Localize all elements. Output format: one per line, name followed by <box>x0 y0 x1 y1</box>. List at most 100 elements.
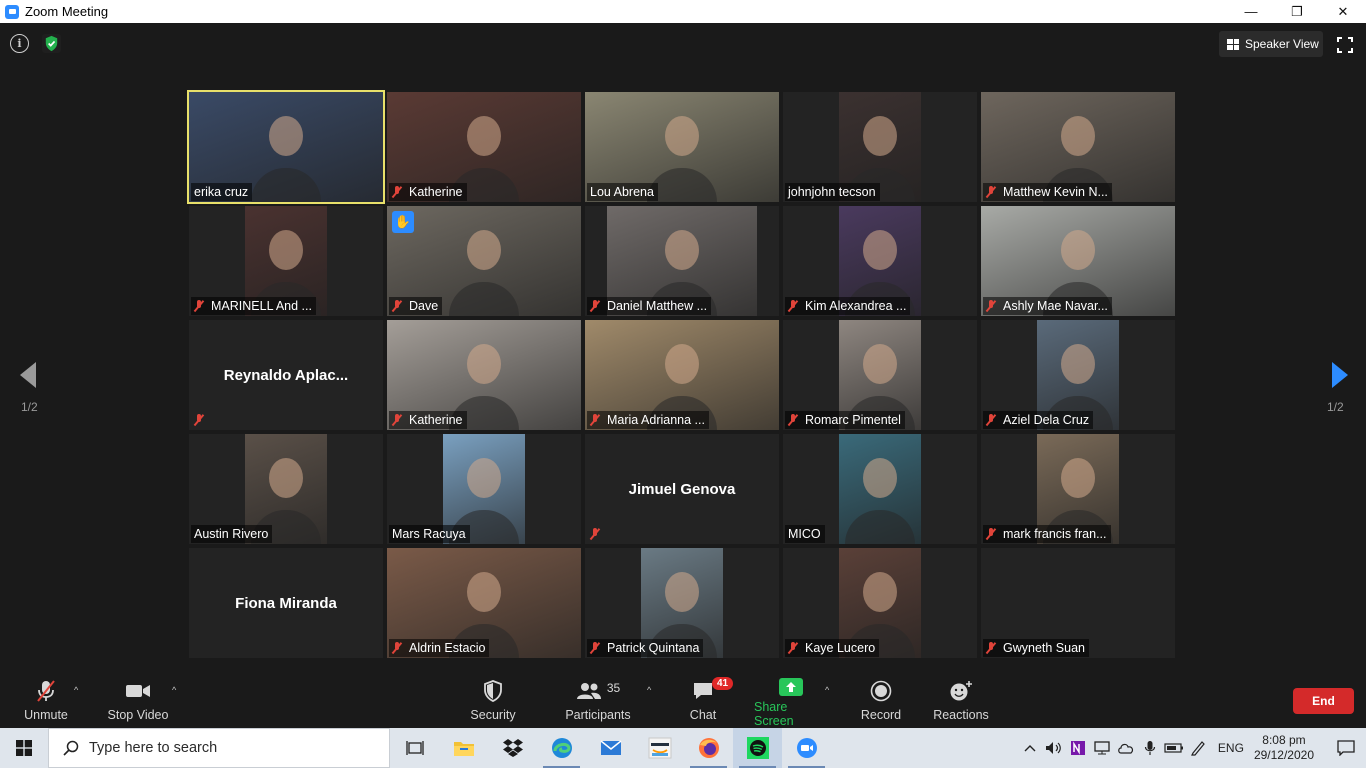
participants-options-caret-icon[interactable]: ^ <box>647 685 651 695</box>
onenote-icon[interactable] <box>1066 728 1090 768</box>
volume-icon[interactable] <box>1042 728 1066 768</box>
participant-tile[interactable]: Reynaldo Aplac... <box>189 320 383 430</box>
participant-tile[interactable]: Maria Adrianna ... <box>585 320 779 430</box>
next-page-arrow-icon[interactable] <box>1328 360 1350 390</box>
participant-name: Ashly Mae Navar... <box>1003 299 1108 313</box>
participant-tile[interactable]: MARINELL And ... <box>189 206 383 316</box>
share-screen-button[interactable]: Share Screen <box>754 675 828 728</box>
search-placeholder: Type here to search <box>89 740 218 756</box>
participant-tile[interactable]: Ashly Mae Navar... <box>981 206 1175 316</box>
onedrive-cloud-icon[interactable] <box>1114 728 1138 768</box>
muted-mic-icon <box>986 528 996 540</box>
share-options-caret-icon[interactable]: ^ <box>825 685 829 695</box>
reactions-emoji-icon <box>950 681 972 701</box>
amazon-app[interactable] <box>635 728 684 768</box>
stop-video-button[interactable]: Stop Video <box>106 675 170 728</box>
microphone-muted-icon <box>37 680 55 702</box>
fullscreen-icon[interactable] <box>1337 37 1353 53</box>
participant-name-label: Dave <box>389 297 443 315</box>
security-label: Security <box>470 708 516 722</box>
unmute-button[interactable]: Unmute <box>22 675 70 728</box>
minimize-button[interactable]: — <box>1228 0 1274 23</box>
info-icon[interactable]: i <box>10 34 29 53</box>
action-center-button[interactable] <box>1326 728 1366 768</box>
participant-tile[interactable]: Kim Alexandrea ... <box>783 206 977 316</box>
participant-tile[interactable]: Daniel Matthew ... <box>585 206 779 316</box>
maximize-button[interactable]: ❐ <box>1274 0 1320 23</box>
battery-icon[interactable] <box>1162 728 1186 768</box>
participant-tile[interactable]: erika cruz <box>187 90 385 204</box>
close-button[interactable]: ✕ <box>1320 0 1366 23</box>
participant-name-label: mark francis fran... <box>983 525 1111 543</box>
taskbar-search[interactable]: Type here to search <box>48 728 390 768</box>
microphone-tray-icon[interactable] <box>1138 728 1162 768</box>
taskbar-clock[interactable]: 8:08 pm 29/12/2020 <box>1254 733 1314 763</box>
display-icon[interactable] <box>1090 728 1114 768</box>
participant-tile[interactable]: Patrick Quintana <box>585 548 779 658</box>
muted-mic-icon <box>788 642 798 654</box>
participant-name: Patrick Quintana <box>607 641 700 655</box>
edge-browser-icon <box>551 738 572 758</box>
participant-tile[interactable]: Lou Abrena <box>585 92 779 202</box>
record-button[interactable]: Record <box>859 675 903 728</box>
participant-tile[interactable]: Aldrin Estacio <box>387 548 581 658</box>
security-shield-icon <box>484 680 502 702</box>
participant-name: Romarc Pimentel <box>805 413 901 427</box>
task-view-button[interactable] <box>390 728 439 768</box>
muted-mic-icon <box>986 300 996 312</box>
audio-options-caret-icon[interactable]: ^ <box>74 685 78 695</box>
input-language[interactable]: ENG <box>1218 741 1244 755</box>
mail-app[interactable] <box>586 728 635 768</box>
video-options-caret-icon[interactable]: ^ <box>172 685 176 695</box>
participant-tile[interactable]: MICO <box>783 434 977 544</box>
chat-bubble-icon <box>694 683 712 699</box>
muted-mic-icon <box>986 186 996 198</box>
participant-tile[interactable]: Austin Rivero <box>189 434 383 544</box>
prev-page-arrow-icon[interactable] <box>18 360 40 390</box>
participant-name-display: Reynaldo Aplac... <box>223 366 349 384</box>
reactions-button[interactable]: Reactions <box>932 675 990 728</box>
edge-app[interactable] <box>537 728 586 768</box>
muted-mic-icon <box>788 414 798 426</box>
start-button[interactable] <box>0 728 48 768</box>
participant-tile[interactable]: mark francis fran... <box>981 434 1175 544</box>
participant-tile[interactable]: Katherine <box>387 92 581 202</box>
participant-name-label: Austin Rivero <box>191 525 273 543</box>
participant-tile[interactable]: Matthew Kevin N... <box>981 92 1175 202</box>
participants-label: Participants <box>565 708 631 722</box>
unmute-label: Unmute <box>24 708 68 722</box>
pen-workspace-icon[interactable] <box>1186 728 1210 768</box>
page-indicator-right: 1/2 <box>1327 400 1344 414</box>
end-meeting-button[interactable]: End <box>1293 688 1354 714</box>
dropbox-app[interactable] <box>488 728 537 768</box>
security-button[interactable]: Security <box>468 675 518 728</box>
participant-tile[interactable]: Fiona Miranda <box>189 548 383 658</box>
participant-tile[interactable]: Aziel Dela Cruz <box>981 320 1175 430</box>
participant-tile[interactable]: Gwyneth Suan <box>981 548 1175 658</box>
zoom-app[interactable] <box>782 728 831 768</box>
participant-tile[interactable]: ✋ Dave <box>387 206 581 316</box>
file-explorer-app[interactable] <box>439 728 488 768</box>
chat-button[interactable]: 41 Chat <box>686 675 734 728</box>
participant-name-label: Katherine <box>389 411 467 429</box>
participant-tile[interactable]: Romarc Pimentel <box>783 320 977 430</box>
show-hidden-icons-chevron-icon[interactable] <box>1018 728 1042 768</box>
speaker-view-button[interactable]: Speaker View <box>1219 31 1323 57</box>
participant-tile[interactable]: johnjohn tecson <box>783 92 977 202</box>
title-bar: Zoom Meeting — ❐ ✕ <box>0 0 1366 23</box>
encryption-shield-icon[interactable] <box>42 34 61 53</box>
participant-tile[interactable]: Mars Racuya <box>387 434 581 544</box>
participant-name: Mars Racuya <box>392 527 466 541</box>
clock-time: 8:08 pm <box>1262 733 1306 747</box>
zoom-icon <box>796 738 817 758</box>
participant-name: Dave <box>409 299 439 313</box>
muted-mic-icon <box>788 300 798 312</box>
spotify-app[interactable] <box>733 728 782 768</box>
participants-count: 35 <box>606 681 621 695</box>
participant-tile[interactable]: Katherine <box>387 320 581 430</box>
participant-tile[interactable]: Kaye Lucero <box>783 548 977 658</box>
participants-button[interactable]: 35 Participants <box>564 675 632 728</box>
firefox-app[interactable] <box>684 728 733 768</box>
participant-tile[interactable]: Jimuel Genova <box>585 434 779 544</box>
participant-name-label: Aziel Dela Cruz <box>983 411 1094 429</box>
